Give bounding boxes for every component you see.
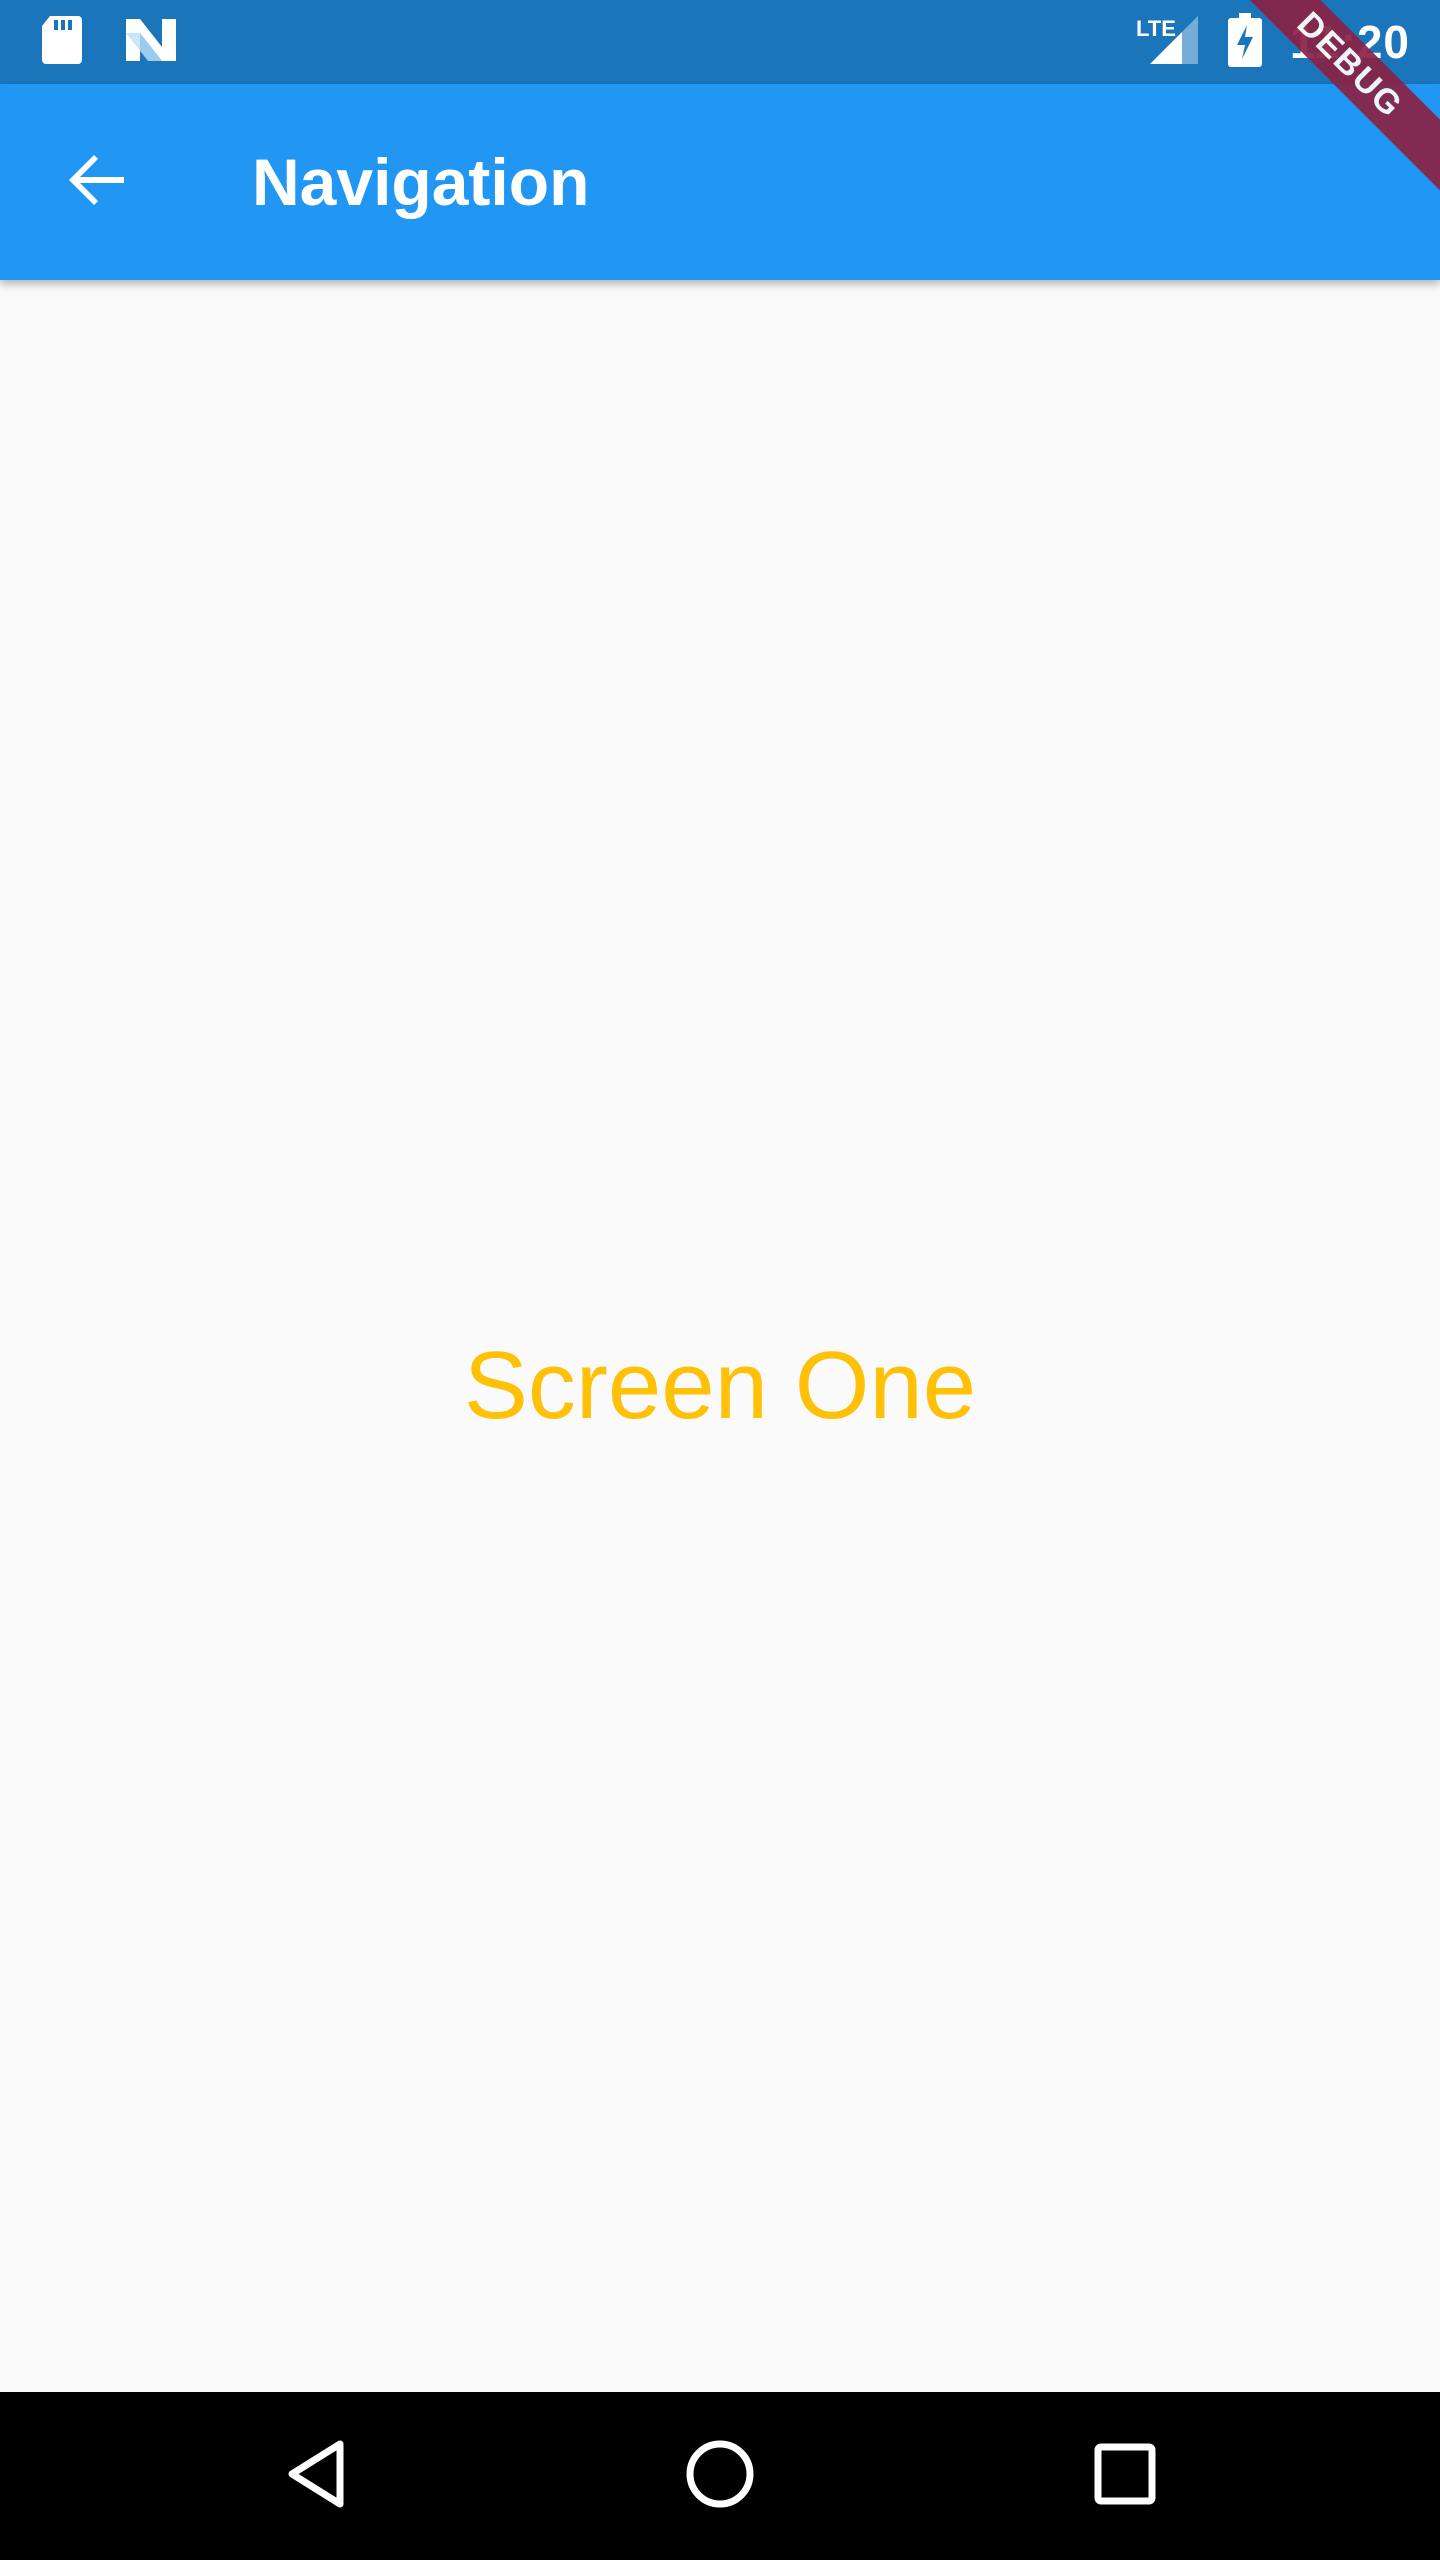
app-screen: LTE 11:20 Navigatio: [0, 0, 1440, 2560]
lte-signal-icon: LTE: [1136, 14, 1200, 71]
arrow-back-icon: [64, 148, 128, 217]
sd-card-icon: [40, 14, 84, 71]
screen-label: Screen One: [463, 1332, 977, 1439]
nav-recents-button[interactable]: [1065, 2416, 1185, 2536]
page-title: Navigation: [252, 145, 590, 219]
back-triangle-icon: [284, 2438, 348, 2515]
system-nav-bar: [0, 2392, 1440, 2560]
recents-square-icon: [1093, 2442, 1157, 2511]
network-label: LTE: [1136, 16, 1176, 41]
status-bar: LTE 11:20: [0, 0, 1440, 84]
back-button[interactable]: [48, 134, 144, 230]
main-content: Screen One: [0, 280, 1440, 2392]
app-bar: Navigation: [0, 84, 1440, 280]
n-notification-icon: [124, 17, 178, 68]
home-circle-icon: [684, 2438, 756, 2515]
nav-home-button[interactable]: [660, 2416, 780, 2536]
battery-charging-icon: [1227, 12, 1262, 72]
nav-back-button[interactable]: [256, 2416, 376, 2536]
status-left-icons: [40, 14, 178, 71]
